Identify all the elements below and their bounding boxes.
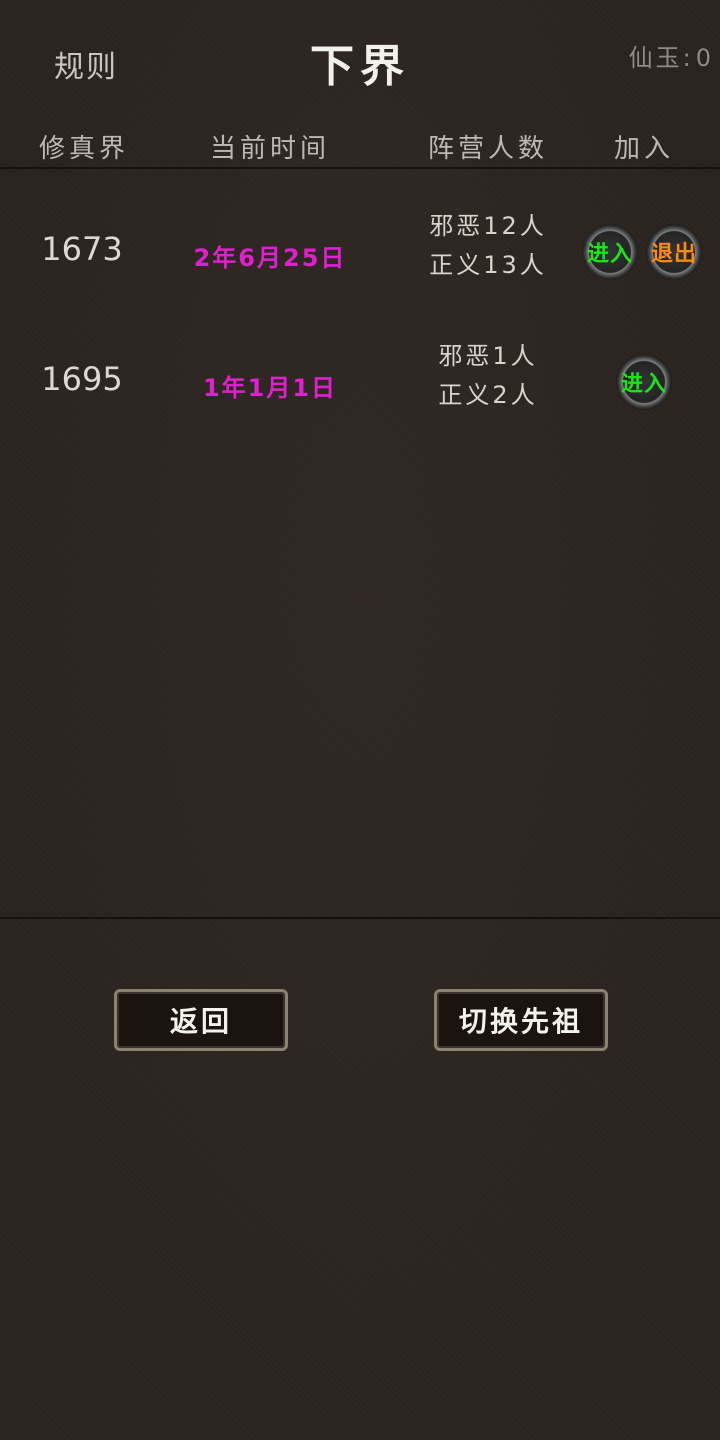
switch-ancestor-button[interactable]: 切换先祖: [434, 989, 608, 1051]
column-header-join: 加入: [613, 134, 674, 164]
row-1-good-count: 正义13人: [429, 251, 547, 279]
jade-value: 0: [695, 44, 714, 72]
jade-label: 仙玉:: [628, 44, 694, 72]
row-1-evil-count: 邪恶12人: [429, 212, 547, 240]
row-1-enter-button[interactable]: 进入: [582, 224, 638, 280]
back-button[interactable]: 返回: [114, 989, 288, 1051]
header-divider: [0, 167, 720, 169]
row-2-enter-button[interactable]: 进入: [616, 354, 672, 410]
row-2-camp: 邪恶1人 正义2人: [378, 337, 598, 415]
background: [0, 0, 720, 1440]
column-header-realm: 修真界: [38, 134, 129, 164]
column-header-camp: 阵营人数: [427, 134, 548, 164]
row-2-realm: 1695: [41, 360, 123, 398]
row-2-time: 1年1月1日: [202, 374, 338, 402]
page-title: 下界: [310, 41, 410, 92]
row-2-good-count: 正义2人: [438, 381, 538, 409]
row-1-camp: 邪恶12人 正义13人: [378, 207, 598, 285]
list-divider: [0, 917, 720, 919]
jade-counter: 仙玉:0: [629, 38, 714, 73]
row-1-realm: 1673: [41, 230, 123, 268]
row-2-evil-count: 邪恶1人: [438, 342, 538, 370]
column-header-time: 当前时间: [209, 134, 330, 164]
row-1-time: 2年6月25日: [193, 244, 347, 272]
row-1-exit-button[interactable]: 退出: [646, 224, 702, 280]
